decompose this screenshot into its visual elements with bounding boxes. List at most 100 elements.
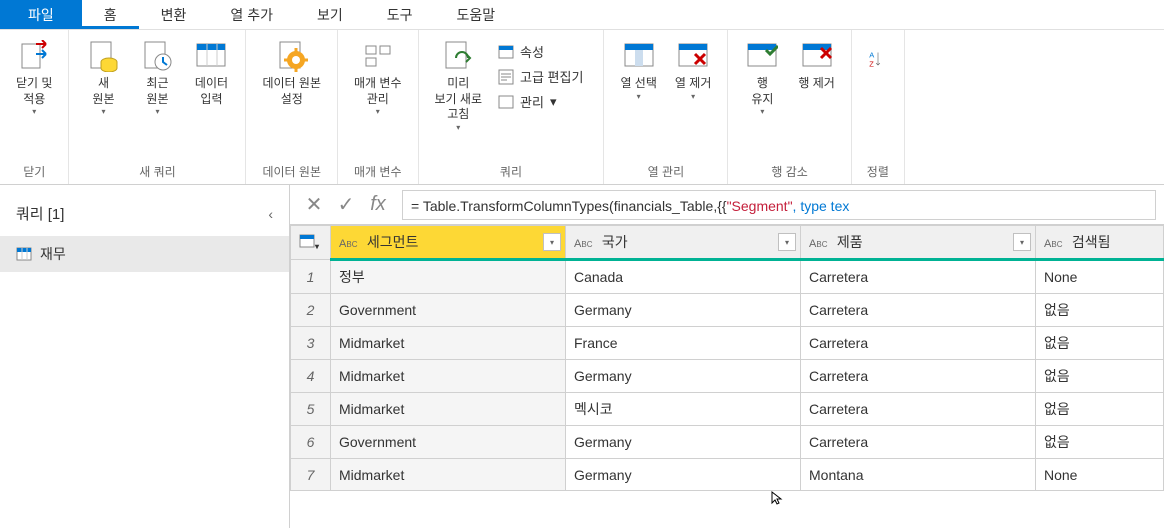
table-cell[interactable]: Carretera xyxy=(801,393,1036,426)
table-cell[interactable]: Carretera xyxy=(801,426,1036,459)
group-label-new-query: 새 쿼리 xyxy=(79,163,235,180)
row-number-cell[interactable]: 7 xyxy=(291,459,331,491)
table-corner-cell[interactable]: ▾ xyxy=(291,226,331,260)
tab-view[interactable]: 보기 xyxy=(295,0,365,29)
sort-buttons[interactable]: AZ xyxy=(862,36,894,88)
table-cell[interactable]: 없음 xyxy=(1036,426,1164,459)
data-source-settings-button[interactable]: 데이터 원본 설정 xyxy=(256,36,327,111)
table-row[interactable]: 7MidmarketGermanyMontanaNone xyxy=(291,459,1164,491)
remove-columns-icon xyxy=(677,40,709,72)
column-header-product[interactable]: ABC 제품 ▾ xyxy=(801,226,1036,260)
formula-bar: ✕ ✓ fx = Table.TransformColumnTypes(fina… xyxy=(290,185,1164,225)
query-properties-button[interactable]: 속성 xyxy=(494,40,587,63)
accept-formula-button[interactable]: ✓ xyxy=(330,189,362,221)
table-cell[interactable]: Germany xyxy=(566,459,801,491)
row-number-cell[interactable]: 5 xyxy=(291,393,331,426)
column-header-searched[interactable]: ABC 검색됨 xyxy=(1036,226,1164,260)
column-filter-button[interactable]: ▾ xyxy=(543,233,561,251)
row-number-cell[interactable]: 1 xyxy=(291,260,331,294)
table-cell[interactable]: Carretera xyxy=(801,360,1036,393)
parameters-icon xyxy=(362,40,394,72)
table-cell[interactable]: Canada xyxy=(566,260,801,294)
remove-rows-icon xyxy=(801,40,833,72)
table-cell[interactable]: Germany xyxy=(566,426,801,459)
group-label-data-source: 데이터 원본 xyxy=(256,163,327,180)
row-number-cell[interactable]: 2 xyxy=(291,294,331,327)
table-cell[interactable]: 정부 xyxy=(331,260,566,294)
table-cell[interactable]: None xyxy=(1036,459,1164,491)
manage-query-button[interactable]: 관리 ▾ xyxy=(494,90,587,113)
table-cell[interactable]: Germany xyxy=(566,360,801,393)
column-filter-button[interactable]: ▾ xyxy=(778,233,796,251)
close-apply-icon xyxy=(18,40,50,72)
manage-parameters-button[interactable]: 매개 변수 관리 ▾ xyxy=(348,36,408,120)
new-source-button[interactable]: 새 원본 ▾ xyxy=(79,36,127,120)
ribbon: 닫기 및 적용 ▾ 닫기 새 원본 ▾ 최근 원본 ▾ 데이터 입력 새 쿼리 xyxy=(0,30,1164,185)
collapse-sidebar-button[interactable]: ‹ xyxy=(268,206,273,222)
formula-text[interactable]: = Table.TransformColumnTypes(financials_… xyxy=(402,190,1156,220)
choose-columns-button[interactable]: 열 선택 ▾ xyxy=(614,36,662,105)
table-row[interactable]: 3MidmarketFranceCarretera없음 xyxy=(291,327,1164,360)
table-cell[interactable]: Government xyxy=(331,294,566,327)
table-cell[interactable]: Montana xyxy=(801,459,1036,491)
table-icon xyxy=(16,246,32,262)
row-number-cell[interactable]: 4 xyxy=(291,360,331,393)
content-area: ✕ ✓ fx = Table.TransformColumnTypes(fina… xyxy=(290,185,1164,528)
table-cell[interactable]: 멕시코 xyxy=(566,393,801,426)
table-cell[interactable]: Midmarket xyxy=(331,360,566,393)
table-cell[interactable]: Germany xyxy=(566,294,801,327)
table-cell[interactable]: Carretera xyxy=(801,327,1036,360)
svg-text:ABC: ABC xyxy=(1044,238,1063,250)
column-filter-button[interactable]: ▾ xyxy=(1013,233,1031,251)
table-cell[interactable]: Carretera xyxy=(801,260,1036,294)
column-header-segment[interactable]: ABC 세그먼트 ▾ xyxy=(331,226,566,260)
table-cell[interactable]: 없음 xyxy=(1036,393,1164,426)
table-cell[interactable]: Midmarket xyxy=(331,393,566,426)
row-number-cell[interactable]: 6 xyxy=(291,426,331,459)
table-cell[interactable]: Government xyxy=(331,426,566,459)
main-area: 쿼리 [1] ‹ 재무 ✕ ✓ fx = Table.TransformColu… xyxy=(0,185,1164,528)
table-row[interactable]: 6GovernmentGermanyCarretera없음 xyxy=(291,426,1164,459)
svg-text:A: A xyxy=(869,51,874,60)
recent-sources-button[interactable]: 최근 원본 ▾ xyxy=(133,36,181,120)
enter-data-button[interactable]: 데이터 입력 xyxy=(187,36,235,111)
table-cell[interactable]: 없음 xyxy=(1036,294,1164,327)
remove-rows-button[interactable]: 행 제거 xyxy=(792,36,840,96)
tab-file[interactable]: 파일 xyxy=(0,0,82,29)
tab-home[interactable]: 홈 xyxy=(82,0,139,29)
table-cell[interactable]: 없음 xyxy=(1036,327,1164,360)
table-cell[interactable]: France xyxy=(566,327,801,360)
advanced-editor-icon xyxy=(498,69,514,85)
row-number-cell[interactable]: 3 xyxy=(291,327,331,360)
table-cell[interactable]: Midmarket xyxy=(331,327,566,360)
tab-help[interactable]: 도움말 xyxy=(434,0,517,29)
group-label-close: 닫기 xyxy=(10,163,58,180)
tab-transform[interactable]: 변환 xyxy=(139,0,209,29)
cancel-formula-button[interactable]: ✕ xyxy=(298,189,330,221)
close-and-apply-button[interactable]: 닫기 및 적용 ▾ xyxy=(10,36,58,120)
enter-data-icon xyxy=(195,40,227,72)
table-cell[interactable]: Carretera xyxy=(801,294,1036,327)
keep-rows-button[interactable]: 행 유지 ▾ xyxy=(738,36,786,120)
group-label-sort: 정렬 xyxy=(862,163,894,180)
table-cell[interactable]: None xyxy=(1036,260,1164,294)
table-row[interactable]: 2GovernmentGermanyCarretera없음 xyxy=(291,294,1164,327)
dropdown-arrow-icon: ▾ xyxy=(456,123,460,132)
tab-tools[interactable]: 도구 xyxy=(365,0,435,29)
group-label-rows: 행 감소 xyxy=(738,163,840,180)
table-cell[interactable]: 없음 xyxy=(1036,360,1164,393)
table-cell[interactable]: Midmarket xyxy=(331,459,566,491)
choose-columns-icon xyxy=(623,40,655,72)
advanced-editor-button[interactable]: 고급 편집기 xyxy=(494,65,587,88)
refresh-preview-button[interactable]: 미리 보기 새로 고침 ▾ xyxy=(429,36,489,136)
sort-az-icon: AZ xyxy=(868,40,888,80)
sidebar-title: 쿼리 [1] xyxy=(16,203,64,224)
fx-button[interactable]: fx xyxy=(362,189,394,221)
column-header-country[interactable]: ABC 국가 ▾ xyxy=(566,226,801,260)
query-item[interactable]: 재무 xyxy=(0,236,289,272)
remove-columns-button[interactable]: 열 제거 ▾ xyxy=(669,36,717,105)
table-row[interactable]: 5Midmarket멕시코Carretera없음 xyxy=(291,393,1164,426)
table-row[interactable]: 1정부CanadaCarreteraNone xyxy=(291,260,1164,294)
tab-add-column[interactable]: 열 추가 xyxy=(208,0,295,29)
table-row[interactable]: 4MidmarketGermanyCarretera없음 xyxy=(291,360,1164,393)
